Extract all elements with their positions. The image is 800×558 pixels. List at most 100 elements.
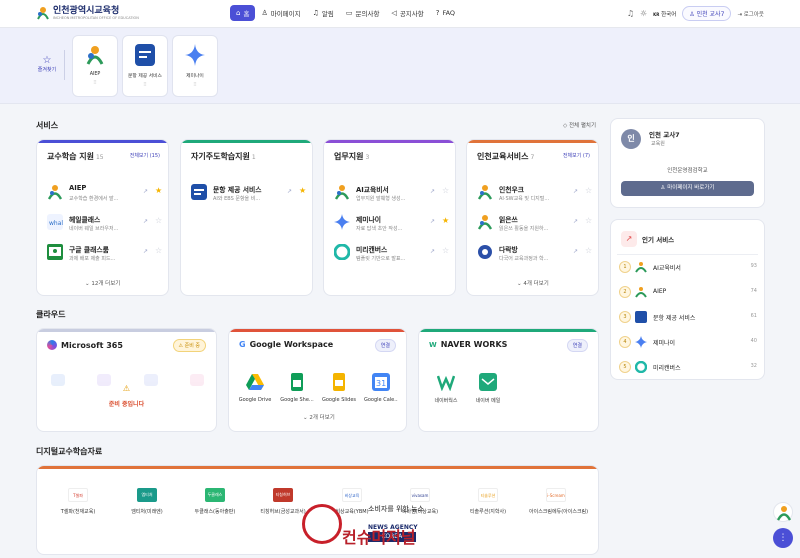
card-count: 1 (251, 154, 256, 161)
favorite-question-service[interactable]: 문항 제공 서비스 ⠿ (122, 35, 168, 97)
star-icon[interactable]: ☆ (442, 186, 449, 195)
card-accent-bar (37, 329, 216, 332)
external-link-icon[interactable]: ↗ (143, 218, 148, 225)
naver-works-icon: W (429, 340, 437, 349)
digital-item[interactable]: i-Scream 아이스크림에듀(아이스크림) (529, 488, 588, 515)
drag-handle-icon[interactable]: ⠿ (173, 82, 217, 88)
app-google-drive[interactable]: Google Drive (238, 373, 272, 403)
popular-item[interactable]: 5 미리캔버스 32 (619, 359, 757, 375)
external-link-icon[interactable]: ↗ (573, 248, 578, 255)
star-icon[interactable]: ★ (299, 186, 306, 195)
external-link-icon[interactable]: ↗ (143, 248, 148, 255)
card-count: 7 (530, 154, 535, 161)
popular-name: AI교육비서 (653, 265, 681, 272)
header-right: ♫ ☼ KR 한국어 ♙ 인천 교사7 ⇥ 로그아웃 (627, 6, 764, 21)
nav-notice[interactable]: ◁ 공지사항 (385, 5, 429, 21)
aiep-icon (776, 506, 792, 521)
external-link-icon[interactable]: ↗ (143, 188, 148, 195)
service-item-darakbang[interactable]: 다락방 다국어 교육과정과 학... ↗ ☆ (477, 242, 598, 264)
app-google-sheets[interactable]: Google She... (280, 373, 314, 403)
nav-label: 홈 (243, 10, 250, 18)
external-link-icon[interactable]: ↗ (430, 248, 435, 255)
connect-button[interactable]: 연결 (566, 339, 588, 352)
view-all-link[interactable]: 전체보기 (15) (130, 152, 160, 159)
star-icon[interactable]: ☆ (585, 216, 592, 225)
show-more-label: 4개 더보기 (523, 281, 549, 287)
digital-item[interactable]: 티솔루션 티솔루션(지학사) (461, 488, 515, 515)
service-item-whale[interactable]: whale 헤일클래스 네이버 웨일 브라우저... ↗ ☆ (47, 212, 168, 234)
avatar: 인 (621, 129, 641, 149)
service-item-readwrite[interactable]: 읽은쓰 읽은쓰 활동을 지원하... ↗ ☆ (477, 212, 598, 234)
app-label: 네이버웍스 (434, 398, 458, 404)
app-google-slides[interactable]: Google Slides (322, 373, 356, 403)
service-item-aiep[interactable]: AIEP 교수학습 환경에서 발... ↗ ★ (47, 182, 168, 204)
digital-item[interactable]: 두클래스 두클래스(동아출판) (188, 488, 242, 515)
star-icon[interactable]: ☆ (155, 216, 162, 225)
nav-inquiry[interactable]: ▭ 문의사항 (340, 5, 386, 21)
language-select[interactable]: KR 한국어 (653, 10, 676, 18)
aiep-fab[interactable] (773, 502, 793, 522)
view-all-link[interactable]: 전체보기 (7) (563, 152, 590, 159)
expand-all-toggle[interactable]: ◇ 전체 펼치기 (563, 121, 596, 129)
star-icon[interactable]: ☆ (585, 246, 592, 255)
show-more-link[interactable]: ⌄ 12개 더보기 (85, 279, 120, 287)
star-icon[interactable]: ☆ (585, 186, 592, 195)
star-icon[interactable]: ☆ (155, 246, 162, 255)
popular-item[interactable]: 1 AI교육비서 93 (619, 259, 757, 275)
external-link-icon[interactable]: ↗ (287, 188, 292, 195)
language-label: 한국어 (661, 11, 677, 18)
popular-count: 40 (750, 338, 757, 344)
service-item-question[interactable]: 문항 제공 서비스 AI와 EBS 문항을 비... ↗ ★ (191, 182, 312, 204)
service-desc: AI·SW교육 및 디지털... (499, 196, 550, 202)
mypage-button[interactable]: ♙ 마이페이지 바로가기 (621, 181, 754, 196)
service-item-classroom[interactable]: 구글 클래스룸 과제 배포 제출 피드... ↗ ☆ (47, 242, 168, 264)
logout-link[interactable]: ⇥ 로그아웃 (737, 10, 764, 18)
favorite-gemini[interactable]: 제미나이 ⠿ (172, 35, 218, 97)
nav-mypage[interactable]: ♙ 마이페이지 (255, 5, 306, 21)
app-google-calendar[interactable]: 31 Google Cale... (364, 373, 398, 403)
favorite-aiep[interactable]: AIEP ⠿ (72, 35, 118, 97)
show-more-link[interactable]: ⌄ 2개 더보기 (303, 413, 335, 421)
nav-alerts[interactable]: ♫ 알림 (307, 5, 340, 21)
drag-handle-icon[interactable]: ⠿ (73, 80, 117, 86)
drag-handle-icon[interactable]: ⠿ (123, 82, 167, 88)
user-menu-pill[interactable]: ♙ 인천 교사7 (682, 6, 732, 21)
service-item-ai-secretary[interactable]: AI교육비서 업무지원 발췌형 생성... ↗ ☆ (334, 182, 455, 204)
digital-item[interactable]: 엠티처 엠티처(미래엔) (120, 488, 174, 515)
connect-button[interactable]: 연결 (374, 339, 396, 352)
service-item-incheon-wook[interactable]: 인천우크 AI·SW교육 및 디지털... ↗ ☆ (477, 182, 598, 204)
app-naver-mail[interactable]: 네이버 메일 (471, 373, 505, 404)
theme-toggle-icon[interactable]: ☼ (640, 9, 647, 18)
favorites-label-text: 즐겨찾기 (37, 67, 57, 73)
nav-home[interactable]: ⌂ 홈 (230, 5, 256, 21)
external-link-icon[interactable]: ↗ (430, 218, 435, 225)
popular-name: 미리캔버스 (653, 365, 681, 372)
star-icon[interactable]: ★ (442, 216, 449, 225)
show-more-link[interactable]: ⌄ 4개 더보기 (517, 279, 549, 287)
star-icon[interactable]: ★ (155, 186, 162, 195)
home-icon: ⌂ (236, 9, 241, 17)
digital-item[interactable]: T셀파 T셀파(천재교육) (51, 488, 105, 515)
rank-badge: 5 (619, 361, 631, 373)
external-link-icon[interactable]: ↗ (573, 188, 578, 195)
logo[interactable]: 인천광역시교육청 INCHEON METROPOLITAN OFFICE OF … (36, 5, 139, 21)
external-link-icon[interactable]: ↗ (573, 218, 578, 225)
star-icon[interactable]: ☆ (442, 246, 449, 255)
app-label: Google Drive (238, 397, 272, 403)
aiep-icon (477, 215, 493, 230)
service-item-gemini[interactable]: 제미나이 자료 답색 초안 작성... ↗ ★ (334, 212, 455, 234)
popular-name: 제미나이 (653, 340, 676, 347)
svg-text:whale: whale (49, 220, 63, 227)
nav-faq[interactable]: ? FAQ (430, 5, 461, 21)
service-item-miricanvas[interactable]: 미리캔버스 템플릿 기반으로 발표... ↗ ☆ (334, 242, 455, 264)
app-naver-works[interactable]: 네이버웍스 (429, 373, 463, 404)
popular-item[interactable]: 3 문항 제공 서비스 61 (619, 309, 757, 325)
gemini-icon (334, 214, 350, 230)
popular-item[interactable]: 2 AIEP 74 (619, 284, 757, 300)
more-menu-fab[interactable]: ⋮ (773, 528, 793, 548)
bell-icon[interactable]: ♫ (627, 9, 634, 18)
expand-all-label: 전체 펼치기 (568, 123, 597, 129)
popular-item[interactable]: 4 제미나이 40 (619, 334, 757, 350)
megaphone-icon: ◁ (391, 9, 397, 17)
external-link-icon[interactable]: ↗ (430, 188, 435, 195)
